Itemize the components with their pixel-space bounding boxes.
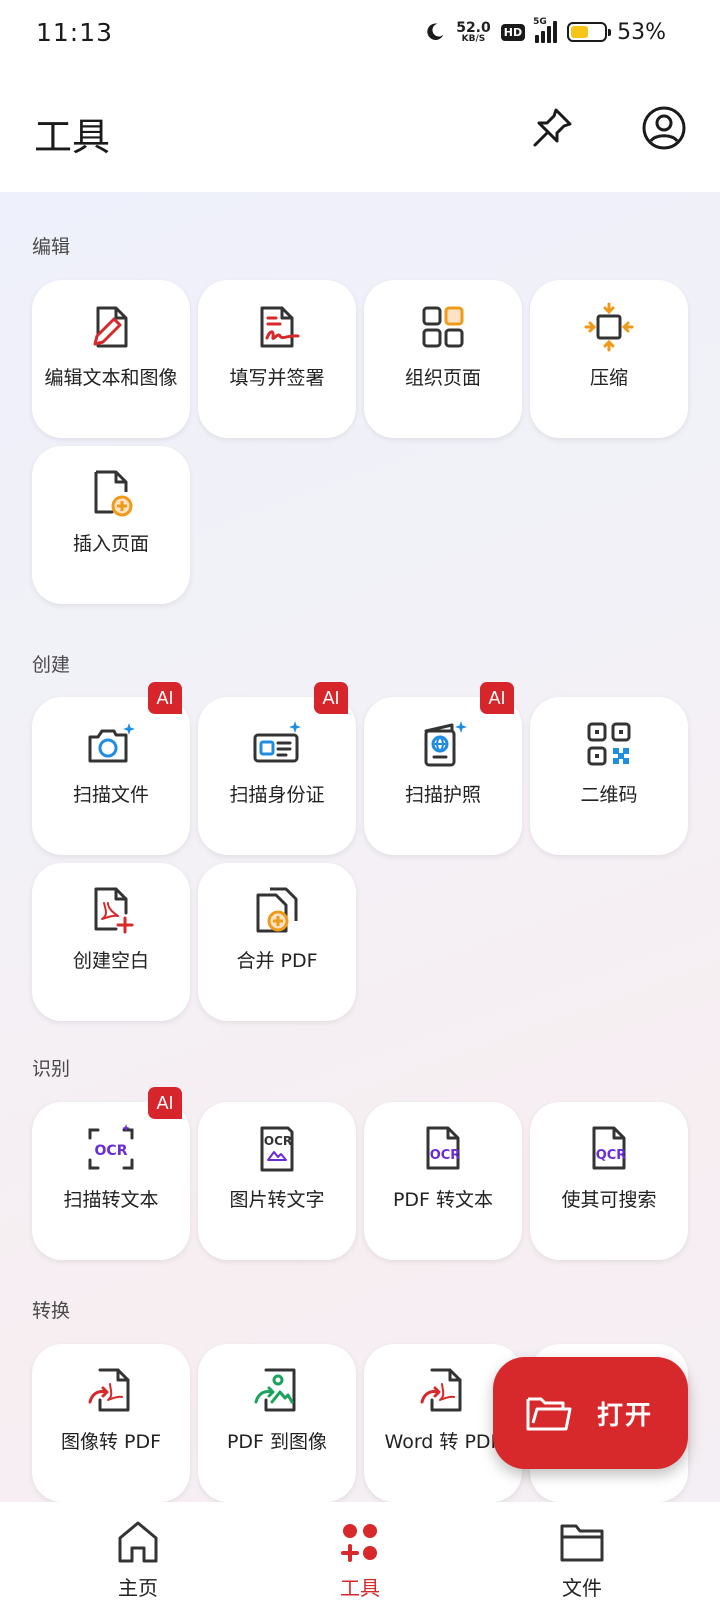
tool-label: 填写并签署	[229, 367, 325, 389]
folder-icon	[560, 1524, 604, 1562]
tool-insert-page[interactable]: 插入页面	[32, 446, 190, 604]
nav-home[interactable]: 主页	[68, 1502, 208, 1612]
tool-merge-pdf[interactable]: 合并 PDF	[198, 863, 356, 1021]
tool-qr-code[interactable]: 二维码	[530, 697, 688, 855]
compress-icon	[584, 302, 634, 352]
scan-ocr-icon: OCR	[88, 1124, 134, 1170]
tool-label: PDF 转文本	[392, 1189, 494, 1211]
tool-pdf-to-text[interactable]: OCR PDF 转文本	[364, 1102, 522, 1260]
status-icons: 52.0 KB/S HD 5G 53%	[424, 16, 666, 48]
tool-label: 压缩	[589, 367, 628, 389]
moon-icon	[427, 23, 444, 40]
image-to-pdf-icon	[88, 1368, 130, 1412]
image-ocr-icon: OCR	[260, 1126, 294, 1172]
hd-badge: HD	[500, 23, 526, 41]
tool-organize-pages[interactable]: 组织页面	[364, 280, 522, 438]
pdf-to-image-icon	[254, 1368, 296, 1412]
id-card-scan-icon	[253, 721, 301, 763]
section-title-create: 创建	[32, 654, 71, 676]
nav-label: 工具	[340, 1576, 380, 1600]
network-type: 5G	[533, 17, 547, 27]
home-icon	[118, 1521, 158, 1563]
nav-label: 文件	[562, 1576, 602, 1600]
ai-badge: AI	[314, 682, 348, 714]
merge-pdf-icon	[256, 887, 298, 933]
tool-pdf-to-image[interactable]: PDF 到图像	[198, 1344, 356, 1502]
net-speed-value: 52.0	[456, 19, 491, 36]
tool-create-blank[interactable]: 创建空白	[32, 863, 190, 1021]
ai-badge: AI	[148, 682, 182, 714]
section-title-convert: 转换	[32, 1300, 71, 1322]
ai-badge: AI	[480, 682, 514, 714]
tool-label: 编辑文本和图像	[44, 367, 178, 389]
svg-text:OCR: OCR	[264, 1134, 292, 1148]
tool-fill-sign[interactable]: 填写并签署	[198, 280, 356, 438]
tool-scan-document[interactable]: AI 扫描文件	[32, 682, 190, 855]
open-file-label: 打开	[597, 1401, 654, 1431]
tool-label: 使其可搜索	[561, 1189, 657, 1211]
bottom-nav: 主页 工具 文件	[0, 1502, 720, 1612]
pdf-ocr-icon: OCR	[426, 1126, 461, 1170]
battery-fill	[571, 26, 589, 38]
tool-label: 扫描文件	[72, 784, 149, 806]
svg-text:QCR: QCR	[596, 1148, 627, 1163]
insert-page-icon	[94, 470, 133, 517]
nav-label: 主页	[118, 1576, 158, 1600]
searchable-qcr-icon: QCR	[592, 1126, 627, 1170]
tool-scan-id-card[interactable]: AI 扫描身份证	[198, 682, 356, 855]
net-speed: 52.0 KB/S	[456, 21, 491, 44]
camera-scan-icon	[88, 723, 135, 763]
pin-icon[interactable]	[528, 104, 576, 152]
tool-image-to-pdf[interactable]: 图像转 PDF	[32, 1344, 190, 1502]
tool-scan-passport[interactable]: AI 扫描护照	[364, 682, 522, 855]
tool-make-searchable[interactable]: QCR 使其可搜索	[530, 1102, 688, 1260]
open-file-button[interactable]: 打开	[493, 1357, 688, 1469]
tool-scan-to-text[interactable]: AI OCR 扫描转文本	[32, 1087, 190, 1260]
word-to-pdf-icon	[420, 1368, 462, 1412]
qr-code-icon	[587, 722, 631, 766]
signal-icon: 5G	[533, 17, 558, 43]
tool-label: 扫描护照	[404, 784, 481, 806]
organize-pages-icon	[422, 306, 464, 348]
open-folder-icon	[526, 1397, 572, 1431]
page-title: 工具	[34, 115, 111, 159]
tool-compress[interactable]: 压缩	[530, 280, 688, 438]
status-bar: 11:13 52.0 KB/S HD 5G 53%	[0, 0, 720, 64]
nav-tools[interactable]: 工具	[290, 1502, 430, 1612]
battery-percent: 53%	[617, 19, 666, 45]
tool-label: 扫描转文本	[63, 1189, 159, 1211]
status-time: 11:13	[36, 18, 114, 47]
tool-label: 二维码	[580, 784, 638, 806]
net-speed-unit: KB/S	[461, 33, 486, 44]
sign-document-icon	[260, 306, 300, 348]
tool-label: 图像转 PDF	[60, 1431, 162, 1453]
passport-scan-icon	[424, 721, 467, 767]
svg-text:OCR: OCR	[430, 1148, 461, 1163]
tool-image-to-text[interactable]: OCR 图片转文字	[198, 1102, 356, 1260]
tool-label: 创建空白	[72, 950, 149, 972]
tool-label: 图片转文字	[229, 1189, 325, 1211]
edit-document-icon	[93, 306, 128, 348]
tool-label: 合并 PDF	[236, 950, 318, 972]
tool-label: 插入页面	[72, 533, 149, 555]
tools-icon	[341, 1524, 377, 1562]
section-title-edit: 编辑	[32, 236, 71, 258]
svg-text:OCR: OCR	[95, 1143, 128, 1159]
battery-icon	[567, 22, 612, 42]
tool-label: 扫描身份证	[229, 784, 325, 806]
tool-edit-text-image[interactable]: 编辑文本和图像	[32, 280, 190, 438]
app-header: 工具	[0, 64, 720, 192]
tool-label: 组织页面	[404, 367, 481, 389]
tools-content: 编辑 编辑文本和图像 填写并签署 组织页面 压缩 插入页面 创建 AI 扫描文件…	[0, 192, 720, 1502]
create-blank-pdf-icon	[94, 887, 134, 934]
tool-label: PDF 到图像	[226, 1431, 328, 1453]
account-icon[interactable]	[640, 104, 688, 152]
ai-badge: AI	[148, 1087, 182, 1119]
section-title-recognize: 识别	[32, 1058, 71, 1080]
nav-files[interactable]: 文件	[512, 1502, 652, 1612]
